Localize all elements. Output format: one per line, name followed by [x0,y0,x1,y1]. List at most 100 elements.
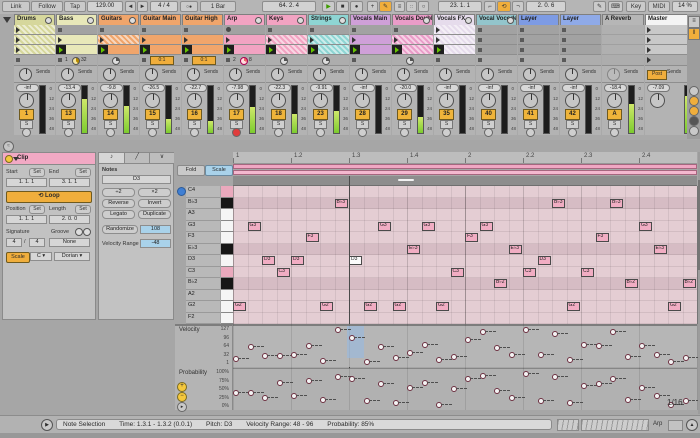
clip-slot[interactable] [476,45,517,55]
clip-play-icon[interactable] [100,37,104,43]
clip-slot[interactable] [308,35,349,45]
probability-marker[interactable] [233,390,239,396]
session-record-button[interactable]: :: [406,1,417,12]
track-header[interactable]: Arp [224,14,265,25]
clip-play-icon[interactable] [226,37,230,43]
probability-marker[interactable] [523,371,529,377]
volume-field[interactable]: -inf [16,84,39,92]
clip-play-icon[interactable] [185,47,189,53]
hotswap-groove-icon[interactable] [75,228,83,236]
play-button[interactable]: ▶ [322,1,335,12]
track-header[interactable]: Guitars [98,14,139,25]
pan-knob[interactable] [523,93,538,108]
track-activator-button[interactable]: 28 [355,109,370,120]
probability-marker[interactable] [538,398,544,404]
clip-play-icon[interactable] [352,37,356,43]
send-a-knob[interactable] [145,68,158,81]
midi-note[interactable]: E♭3 [509,245,522,254]
pan-knob[interactable] [565,93,580,108]
volume-field[interactable]: -7.98 [226,84,249,92]
track-stop-icon[interactable] [142,58,146,62]
key-label[interactable]: E♭3 [186,244,220,256]
midi-note[interactable]: B♭3 [552,199,565,208]
track-activator-button[interactable]: 23 [313,109,328,120]
send-a-knob[interactable] [61,68,74,81]
clip-play-icon[interactable] [353,47,357,53]
velocity-marker[interactable] [436,357,442,363]
piano-key[interactable] [221,301,233,313]
draw-mode-button[interactable]: ✎ [593,1,606,12]
probability-marker[interactable] [422,380,428,386]
probability-marker[interactable] [393,400,399,406]
track-fold-icon[interactable] [339,17,346,24]
clip-play-icon[interactable] [59,47,63,53]
volume-field[interactable]: -inf [478,84,501,92]
midi-note[interactable]: B♭2 [494,279,507,288]
clip-play-icon[interactable] [58,37,62,43]
track-status-cell[interactable]: 132 [56,55,97,66]
clip-stop-icon[interactable] [478,48,482,52]
velocity-marker[interactable] [248,344,254,350]
pan-knob[interactable] [271,93,286,108]
velocity-marker[interactable] [668,359,674,365]
groove-menu[interactable]: None [49,238,90,247]
stop-all-play-icon[interactable] [647,57,651,63]
midi-note[interactable]: C3 [581,268,594,277]
probability-marker[interactable] [248,390,254,396]
track-header[interactable]: Layer [518,14,559,25]
arm-button[interactable] [400,128,409,137]
send-a-knob[interactable] [355,68,368,81]
track-header[interactable]: Drums [14,14,55,25]
clip-slot[interactable] [392,45,433,55]
clip-slot[interactable] [434,45,475,55]
mixer-section-toggle[interactable] [689,126,699,136]
probability-marker[interactable] [567,400,573,406]
track-stop-icon[interactable] [562,58,566,62]
piano-key[interactable] [221,186,233,198]
clip-slot[interactable] [560,35,601,45]
midi-note[interactable]: C3 [523,268,536,277]
velocity-marker[interactable] [262,353,268,359]
velocity-marker[interactable] [552,331,558,337]
send-a-knob[interactable] [439,68,452,81]
track-header[interactable]: Guitar Main [140,14,181,25]
scale-fold-button[interactable]: Scale [205,165,233,176]
track-status-cell[interactable] [602,55,644,66]
track-activator-button[interactable]: 1 [19,109,34,120]
track-header[interactable]: A Reverb [602,14,644,25]
velocity-marker[interactable] [277,353,283,359]
halve-time-button[interactable]: ÷2 [102,188,135,197]
track-status-cell[interactable] [392,55,433,66]
track-fold-icon[interactable] [87,17,94,24]
device-mini-display[interactable] [668,420,683,431]
track-stop-icon[interactable] [226,58,230,62]
track-fold-icon[interactable] [129,17,136,24]
track-status-cell[interactable]: 0:1 [182,55,223,66]
clip-stop-icon[interactable] [478,38,482,42]
stop-button[interactable]: ■ [336,1,349,12]
arm-button[interactable] [526,128,535,137]
track-fold-icon[interactable] [507,17,514,24]
send-a-knob[interactable] [229,68,242,81]
clip-slot[interactable] [308,25,349,35]
link-button[interactable]: Link [2,1,30,12]
scrub-area[interactable] [233,170,697,175]
track-status-cell[interactable] [560,55,601,66]
computer-midi-keyboard-button[interactable]: ⌨ [608,1,623,12]
clip-slot[interactable] [98,35,139,45]
velocity-marker[interactable] [364,359,370,365]
clip-slot[interactable] [602,45,644,55]
pan-knob[interactable] [187,93,202,108]
track-activator-button[interactable]: 41 [523,109,538,120]
midi-note[interactable]: G3 [422,222,435,231]
clip-slot[interactable] [182,25,223,35]
velocity-marker[interactable] [683,355,689,361]
volume-field[interactable]: -9.91 [310,84,333,92]
mixer-view-toggle[interactable]: ≡ [688,16,700,28]
clip-fold-icon[interactable] [13,157,19,161]
track-activator-button[interactable]: 18 [271,109,286,120]
track-activator-button[interactable]: A [607,109,622,120]
reverse-button[interactable]: Reverse [102,199,135,208]
midi-note[interactable]: G2 [364,302,377,311]
clip-play-icon[interactable] [436,27,440,33]
